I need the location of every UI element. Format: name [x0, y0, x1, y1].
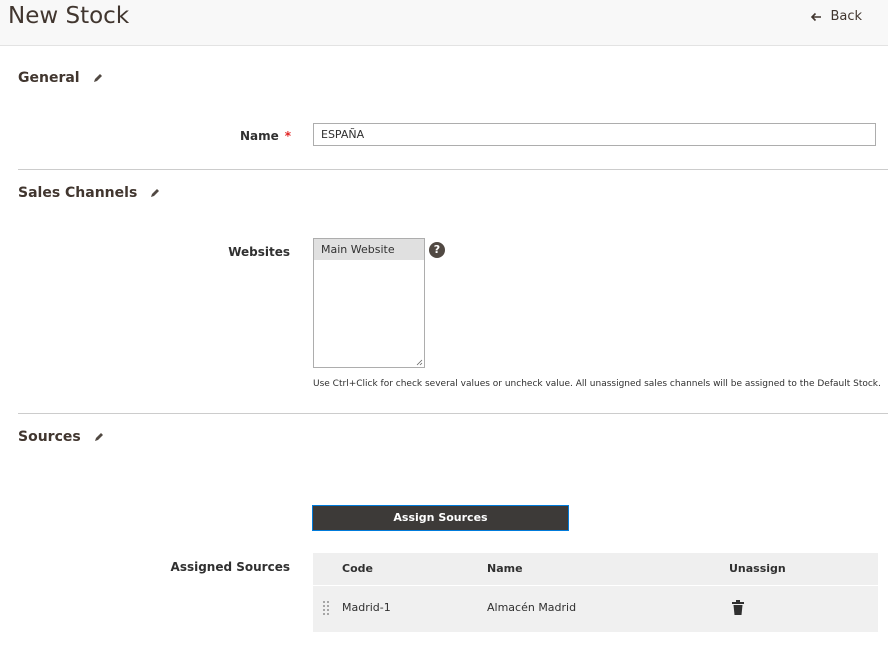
- drag-handle-icon[interactable]: [323, 601, 330, 615]
- assigned-sources-label: Assigned Sources: [170, 560, 290, 574]
- pencil-icon[interactable]: [92, 72, 104, 84]
- back-button[interactable]: Back: [810, 9, 862, 24]
- assigned-sources-grid: Code Name Unassign Madrid-1 Almacén Madr…: [313, 553, 878, 632]
- name-field-label: Name *: [240, 129, 304, 143]
- trash-icon[interactable]: [732, 600, 744, 615]
- resize-grip-icon[interactable]: [416, 359, 423, 366]
- question-circle-icon[interactable]: ?: [429, 242, 445, 258]
- section-sales-channels-title: Sales Channels: [18, 185, 161, 201]
- page-header: New Stock Back: [0, 0, 888, 46]
- required-marker: *: [284, 129, 292, 143]
- section-sources-title: Sources: [18, 429, 105, 445]
- table-row: Madrid-1 Almacén Madrid: [313, 586, 878, 632]
- name-input[interactable]: ESPAÑA: [313, 123, 876, 146]
- row-name: Almacén Madrid: [487, 601, 577, 614]
- section-divider: [18, 413, 888, 414]
- websites-multiselect[interactable]: Main Website: [313, 238, 425, 368]
- section-sales-channels-label: Sales Channels: [18, 185, 138, 201]
- column-header-name[interactable]: Name: [487, 562, 523, 575]
- grid-header: Code Name Unassign: [313, 553, 878, 586]
- section-divider: [18, 169, 888, 170]
- section-sources-label: Sources: [18, 429, 81, 445]
- pencil-icon[interactable]: [149, 187, 161, 199]
- pencil-icon[interactable]: [93, 431, 105, 443]
- column-header-unassign: Unassign: [729, 562, 786, 575]
- arrow-left-icon: [811, 12, 822, 21]
- name-label-text: Name: [240, 129, 279, 143]
- section-general-title: General: [18, 70, 104, 86]
- page-title: New Stock: [8, 3, 130, 29]
- column-header-code[interactable]: Code: [342, 562, 373, 575]
- websites-label: Websites: [228, 245, 290, 259]
- back-button-label: Back: [830, 9, 862, 24]
- section-general-label: General: [18, 70, 80, 86]
- websites-note: Use Ctrl+Click for check several values …: [313, 379, 881, 389]
- assign-sources-button[interactable]: Assign Sources: [312, 505, 569, 531]
- row-code: Madrid-1: [342, 601, 391, 614]
- websites-option-main[interactable]: Main Website: [314, 239, 424, 260]
